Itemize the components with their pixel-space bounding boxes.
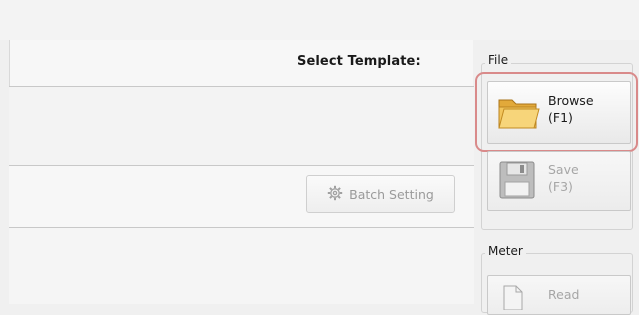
save-label-line2: (F3)	[548, 179, 573, 194]
browse-label-line1: Browse	[548, 93, 594, 108]
read-label: Read	[548, 287, 580, 302]
file-group-label: File	[485, 53, 512, 67]
select-template-label: Select Template:	[297, 54, 421, 69]
folder-icon	[496, 91, 540, 135]
read-button[interactable]: Read	[487, 275, 631, 315]
browse-button[interactable]: Browse (F1)	[487, 81, 631, 144]
template-pane	[9, 86, 474, 166]
save-label: Save (F3)	[548, 161, 579, 195]
browse-label: Browse (F1)	[548, 92, 594, 126]
save-label-line1: Save	[548, 162, 579, 177]
browse-label-line2: (F1)	[548, 110, 573, 125]
save-button[interactable]: Save (F3)	[487, 151, 631, 211]
floppy-disk-icon	[498, 160, 536, 200]
batch-setting-label: Batch Setting	[349, 186, 434, 202]
meter-group-label: Meter	[485, 244, 526, 258]
batch-setting-button[interactable]: Batch Setting	[306, 175, 455, 213]
document-icon	[500, 284, 526, 311]
gear-icon	[327, 185, 343, 204]
top-bar	[0, 0, 639, 40]
lower-pane	[9, 227, 474, 304]
